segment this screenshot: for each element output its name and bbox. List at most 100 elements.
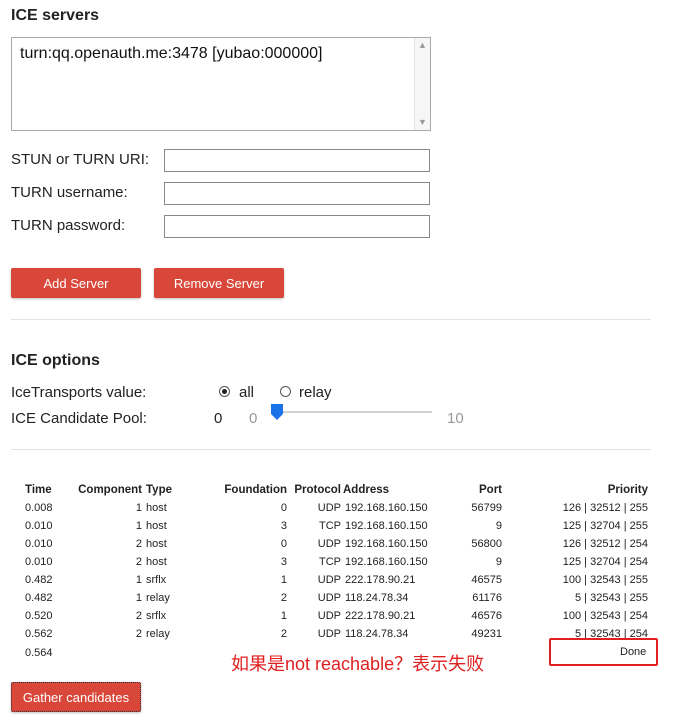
col-port: Port bbox=[479, 484, 502, 496]
final-time: 0.564 bbox=[25, 647, 53, 659]
cell-port: 49231 bbox=[471, 628, 502, 640]
cell-type: host bbox=[146, 538, 167, 550]
ice-servers-listbox[interactable]: turn:qq.openauth.me:3478 [yubao:000000] … bbox=[11, 37, 431, 131]
cell-priority: 100 | 32543 | 254 bbox=[562, 610, 648, 622]
cell-foundation: 0 bbox=[280, 502, 287, 514]
ice-servers-heading: ICE servers bbox=[11, 7, 100, 24]
cell-port: 56800 bbox=[471, 538, 502, 550]
turn-password-input[interactable] bbox=[164, 215, 430, 238]
candidates-table: Time Component Type Foundation Protocol … bbox=[25, 481, 648, 643]
transport-all-radio[interactable] bbox=[219, 386, 230, 397]
turn-username-input[interactable] bbox=[164, 182, 430, 205]
cell-address: 192.168.160.150 bbox=[345, 502, 428, 514]
cell-foundation: 0 bbox=[280, 538, 287, 550]
section-divider bbox=[11, 319, 651, 320]
ice-transports-label: IceTransports value: bbox=[11, 384, 147, 401]
cell-component: 1 bbox=[135, 520, 142, 532]
cell-component: 2 bbox=[135, 556, 142, 568]
scroll-down-arrow-icon[interactable]: ▼ bbox=[415, 115, 430, 130]
cell-protocol: TCP bbox=[319, 556, 341, 568]
cell-priority: 125 | 32704 | 254 bbox=[562, 556, 648, 568]
col-foundation: Foundation bbox=[224, 484, 287, 496]
table-row: 0.520 2 srflx 1 UDP 222.178.90.21 46576 100 | 3… bbox=[25, 607, 648, 625]
cell-foundation: 1 bbox=[280, 610, 287, 622]
table-row: 0.008 1 host 0 UDP 192.168.160.150 56799 126 | … bbox=[25, 499, 648, 517]
slider-max-label: 10 bbox=[447, 410, 464, 427]
candidate-pool-slider-track[interactable] bbox=[272, 411, 432, 413]
table-row: 0.010 2 host 3 TCP 192.168.160.150 9 125 | 3270… bbox=[25, 553, 648, 571]
cell-type: host bbox=[146, 556, 167, 568]
annotation-text: 如果是not reachable？表示失败 bbox=[231, 654, 485, 674]
cell-priority: 125 | 32704 | 255 bbox=[562, 520, 648, 532]
remove-server-button[interactable]: Remove Server bbox=[154, 268, 284, 298]
cell-port: 61176 bbox=[472, 592, 502, 604]
cell-protocol: UDP bbox=[317, 628, 341, 640]
done-status: Done bbox=[620, 646, 647, 658]
cell-address: 222.178.90.21 bbox=[345, 610, 416, 622]
stun-uri-label: STUN or TURN URI: bbox=[11, 151, 150, 168]
cell-priority: 126 | 32512 | 255 bbox=[562, 502, 648, 514]
transport-relay-radio[interactable] bbox=[280, 386, 291, 397]
cell-component: 2 bbox=[135, 538, 142, 550]
cell-component: 1 bbox=[135, 502, 142, 514]
cell-time: 0.520 bbox=[25, 610, 53, 622]
server-list-item[interactable]: turn:qq.openauth.me:3478 [yubao:000000] bbox=[12, 38, 430, 63]
cell-component: 1 bbox=[135, 592, 142, 604]
col-component: Component bbox=[78, 484, 142, 496]
cell-foundation: 1 bbox=[280, 574, 287, 586]
table-row: 0.010 2 host 0 UDP 192.168.160.150 56800 126 | … bbox=[25, 535, 648, 553]
cell-component: 2 bbox=[135, 628, 142, 640]
col-protocol: Protocol bbox=[294, 484, 341, 496]
candidate-pool-value: 0 bbox=[214, 410, 223, 427]
cell-port: 46576 bbox=[471, 610, 502, 622]
cell-foundation: 3 bbox=[280, 520, 287, 532]
table-header-row: Time Component Type Foundation Protocol … bbox=[25, 481, 648, 499]
cell-component: 2 bbox=[135, 610, 142, 622]
cell-protocol: TCP bbox=[319, 520, 341, 532]
cell-time: 0.008 bbox=[25, 502, 53, 514]
cell-type: host bbox=[146, 502, 167, 514]
listbox-scrollbar[interactable]: ▲ ▼ bbox=[414, 38, 430, 130]
cell-port: 9 bbox=[495, 556, 502, 568]
cell-time: 0.010 bbox=[25, 520, 53, 532]
transport-relay-label: relay bbox=[299, 384, 332, 401]
cell-address: 192.168.160.150 bbox=[345, 538, 428, 550]
cell-protocol: UDP bbox=[317, 538, 341, 550]
cell-address: 118.24.78.34 bbox=[345, 628, 409, 640]
ice-options-heading: ICE options bbox=[11, 352, 100, 369]
cell-time: 0.010 bbox=[25, 538, 53, 550]
cell-foundation: 2 bbox=[280, 628, 287, 640]
col-priority: Priority bbox=[607, 484, 648, 496]
col-type: Type bbox=[146, 484, 172, 496]
turn-username-label: TURN username: bbox=[11, 184, 128, 201]
cell-type: srflx bbox=[146, 610, 167, 622]
cell-time: 0.010 bbox=[25, 556, 53, 568]
ice-candidate-pool-label: ICE Candidate Pool: bbox=[11, 410, 147, 427]
add-server-button[interactable]: Add Server bbox=[11, 268, 141, 298]
scroll-up-arrow-icon[interactable]: ▲ bbox=[415, 38, 430, 53]
cell-type: host bbox=[146, 520, 167, 532]
cell-time: 0.562 bbox=[25, 628, 53, 640]
cell-type: relay bbox=[146, 628, 170, 640]
section-divider bbox=[11, 449, 651, 450]
cell-protocol: UDP bbox=[317, 574, 341, 586]
table-row: 0.482 1 relay 2 UDP 118.24.78.34 61176 5 | 3254… bbox=[25, 589, 648, 607]
cell-port: 46575 bbox=[471, 574, 502, 586]
slider-min-label: 0 bbox=[249, 410, 258, 427]
cell-address: 222.178.90.21 bbox=[345, 574, 416, 586]
cell-foundation: 3 bbox=[280, 556, 287, 568]
cell-protocol: UDP bbox=[317, 502, 341, 514]
cell-port: 56799 bbox=[471, 502, 502, 514]
cell-protocol: UDP bbox=[317, 610, 341, 622]
col-time: Time bbox=[25, 484, 52, 496]
cell-component: 1 bbox=[135, 574, 142, 586]
table-row: 0.482 1 srflx 1 UDP 222.178.90.21 46575 100 | 3… bbox=[25, 571, 648, 589]
gather-candidates-button[interactable]: Gather candidates bbox=[11, 682, 141, 712]
cell-port: 9 bbox=[495, 520, 502, 532]
slider-thumb-icon[interactable] bbox=[271, 404, 283, 420]
cell-priority: 5 | 32543 | 255 bbox=[575, 592, 648, 604]
cell-foundation: 2 bbox=[280, 592, 287, 604]
cell-protocol: UDP bbox=[317, 592, 341, 604]
cell-time: 0.482 bbox=[25, 592, 53, 604]
stun-uri-input[interactable] bbox=[164, 149, 430, 172]
